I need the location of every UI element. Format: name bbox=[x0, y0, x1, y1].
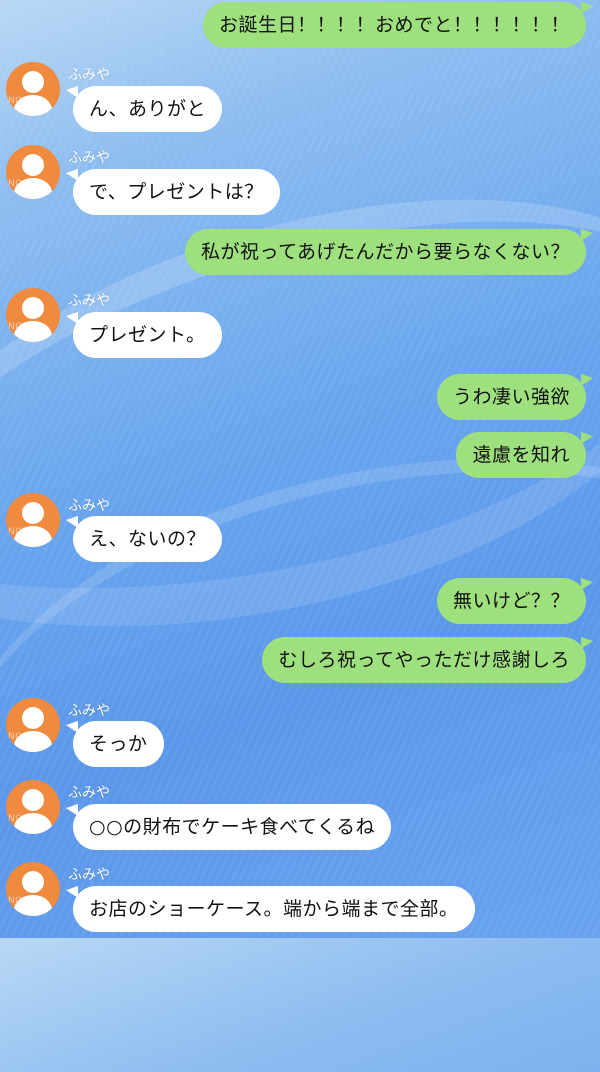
sender-name: ふみや bbox=[68, 293, 110, 309]
avatar-watermark: NOSO bbox=[8, 896, 37, 906]
avatar-watermark: NOSO bbox=[8, 179, 37, 189]
contact-avatar[interactable]: NOSO bbox=[6, 288, 60, 342]
sent-message-bubble[interactable]: お誕生日！！！！おめでと！！！！！！ bbox=[202, 2, 586, 48]
received-message-bubble[interactable]: お店のショーケース。端から端まで全部。 bbox=[73, 886, 475, 932]
sender-name: ふみや bbox=[68, 150, 110, 166]
avatar-head-shape bbox=[22, 154, 44, 176]
avatar-watermark: NOSO bbox=[8, 322, 37, 332]
avatar-head-shape bbox=[22, 707, 44, 729]
avatar-watermark: NOSO bbox=[8, 814, 37, 824]
sent-message-bubble[interactable]: うわ凄い強欲 bbox=[436, 374, 586, 420]
sent-message-bubble[interactable]: 無いけど？？ bbox=[436, 578, 586, 624]
avatar-head-shape bbox=[22, 871, 44, 893]
avatar-head-shape bbox=[22, 789, 44, 811]
sender-name: ふみや bbox=[68, 67, 110, 83]
received-message-bubble[interactable]: で、プレゼントは？ bbox=[73, 169, 280, 215]
contact-avatar[interactable]: NOSO bbox=[6, 862, 60, 916]
sender-name: ふみや bbox=[68, 703, 110, 719]
contact-avatar[interactable]: NOSO bbox=[6, 62, 60, 116]
avatar-watermark: NOSO bbox=[8, 732, 37, 742]
avatar-watermark: NOSO bbox=[8, 96, 37, 106]
avatar-head-shape bbox=[22, 297, 44, 319]
avatar-head-shape bbox=[22, 502, 44, 524]
contact-avatar[interactable]: NOSO bbox=[6, 698, 60, 752]
sent-message-bubble[interactable]: むしろ祝ってやっただけ感謝しろ bbox=[262, 637, 586, 683]
chat-thread[interactable]: お誕生日！！！！おめでと！！！！！！ NOSO ふみや ん、ありがと NOSO … bbox=[0, 0, 600, 938]
contact-avatar[interactable]: NOSO bbox=[6, 493, 60, 547]
contact-avatar[interactable]: NOSO bbox=[6, 145, 60, 199]
sender-name: ふみや bbox=[68, 785, 110, 801]
received-message-bubble[interactable]: ん、ありがと bbox=[73, 86, 223, 132]
sent-message-bubble[interactable]: 遠慮を知れ bbox=[456, 432, 586, 478]
avatar-head-shape bbox=[22, 71, 44, 93]
contact-avatar[interactable]: NOSO bbox=[6, 780, 60, 834]
received-message-bubble[interactable]: ○○の財布でケーキ食べてくるね bbox=[73, 804, 391, 850]
sent-message-bubble[interactable]: 私が祝ってあげたんだから要らなくない？ bbox=[185, 229, 586, 275]
sender-name: ふみや bbox=[68, 867, 110, 883]
avatar-watermark: NOSO bbox=[8, 527, 37, 537]
received-message-bubble[interactable]: プレゼント。 bbox=[73, 312, 222, 358]
received-message-bubble[interactable]: そっか bbox=[73, 721, 164, 767]
received-message-bubble[interactable]: え、ないの？ bbox=[73, 516, 223, 562]
sender-name: ふみや bbox=[68, 498, 110, 514]
